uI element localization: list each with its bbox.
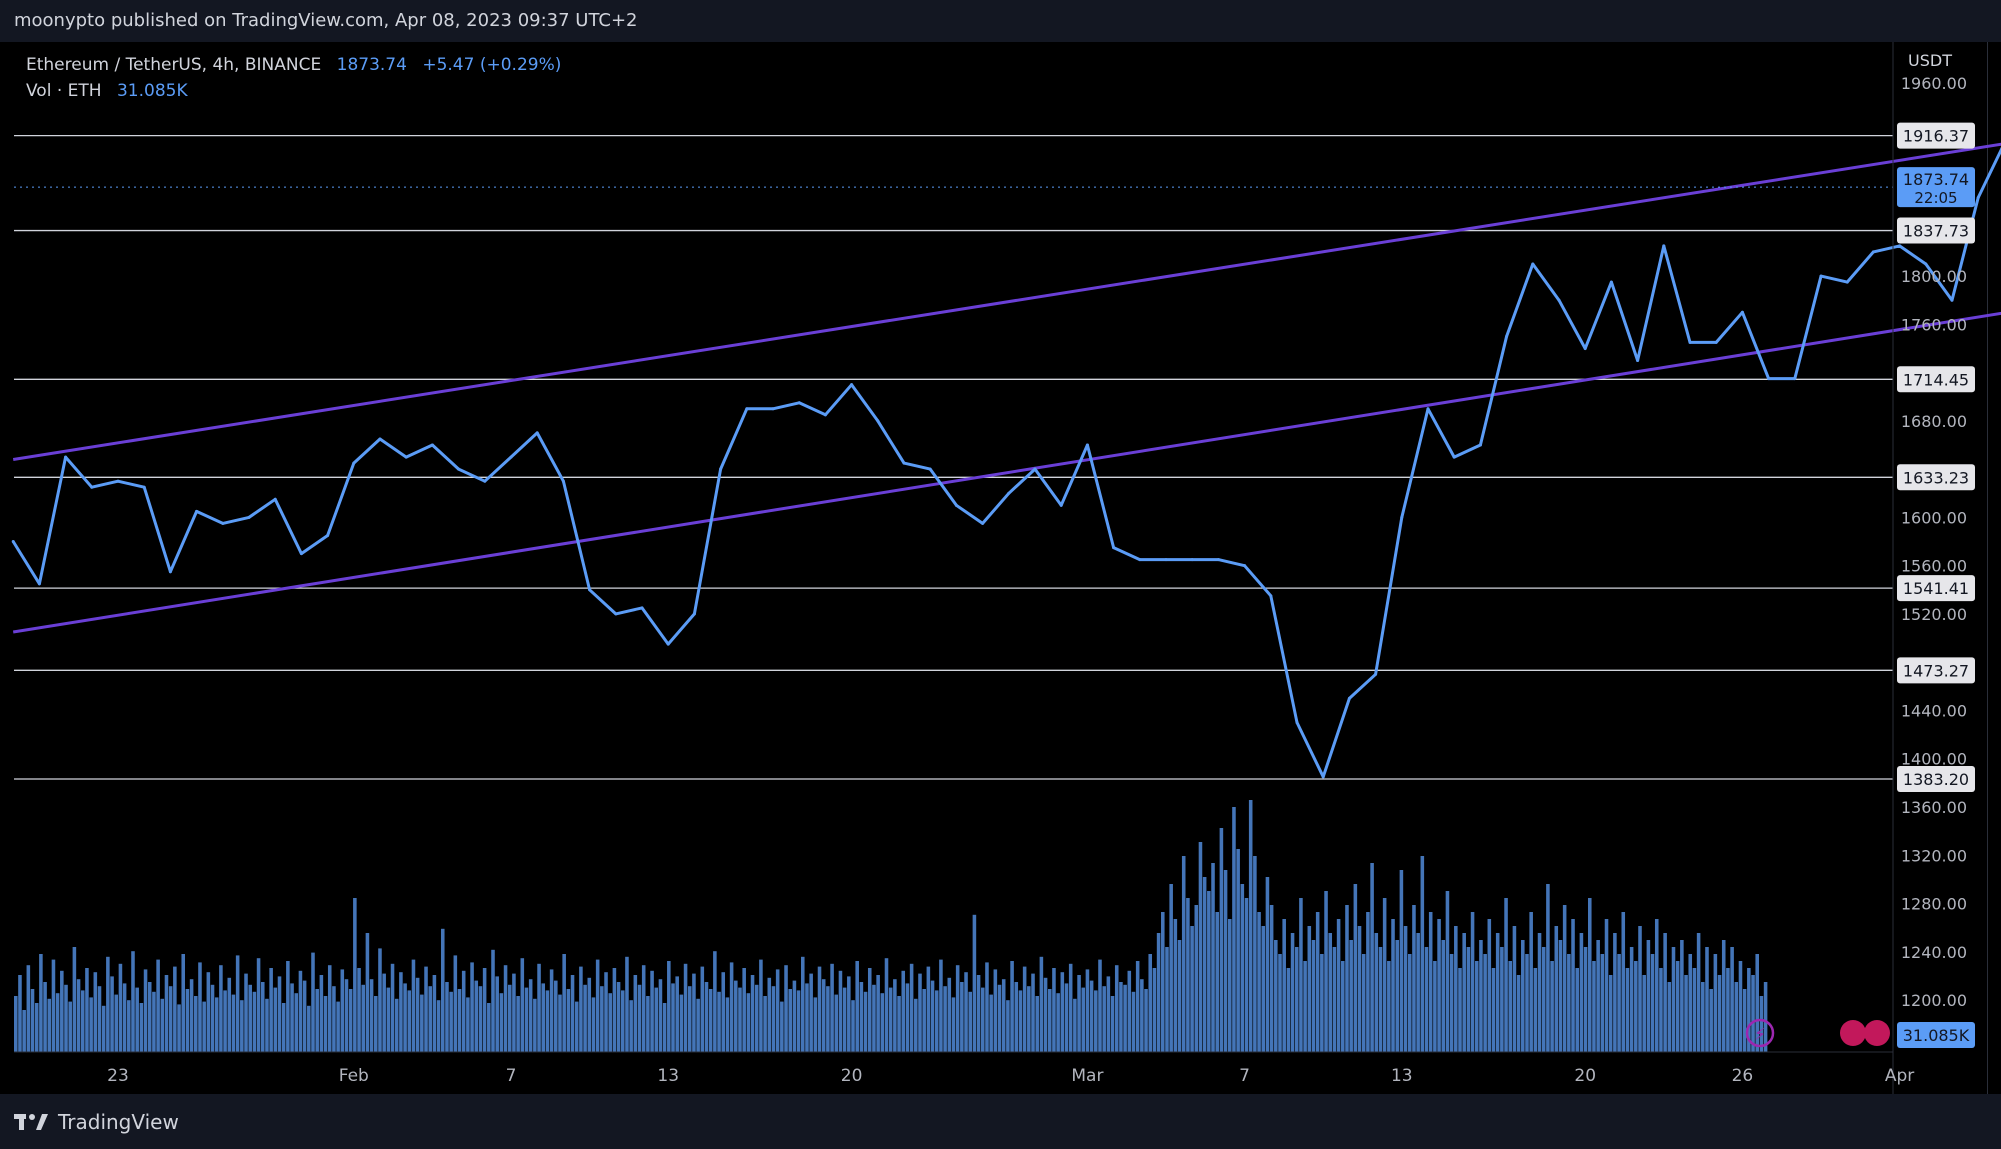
chart-area[interactable] — [14, 42, 1988, 1094]
brand-name: TradingView — [58, 1110, 179, 1134]
tradingview-logo-icon — [14, 1114, 48, 1130]
tradingview-logo[interactable]: TradingView — [14, 1108, 179, 1136]
volume-label[interactable]: Vol · ETH — [26, 81, 102, 101]
price-change: +5.47 (+0.29%) — [422, 55, 562, 75]
last-price: 1873.74 — [336, 55, 407, 75]
legend-symbol-row: Ethereum / TetherUS, 4h, BINANCE 1873.74… — [26, 52, 561, 78]
publish-header: moonypto published on TradingView.com, A… — [0, 0, 2001, 42]
footer-bar — [0, 1094, 2001, 1149]
volume-value: 31.085K — [116, 81, 188, 101]
symbol-name[interactable]: Ethereum / TetherUS, 4h, BINANCE — [26, 55, 321, 75]
chart-legend: Ethereum / TetherUS, 4h, BINANCE 1873.74… — [26, 52, 561, 104]
publish-info: moonypto published on TradingView.com, A… — [14, 10, 638, 31]
legend-volume-row: Vol · ETH 31.085K — [26, 78, 561, 104]
